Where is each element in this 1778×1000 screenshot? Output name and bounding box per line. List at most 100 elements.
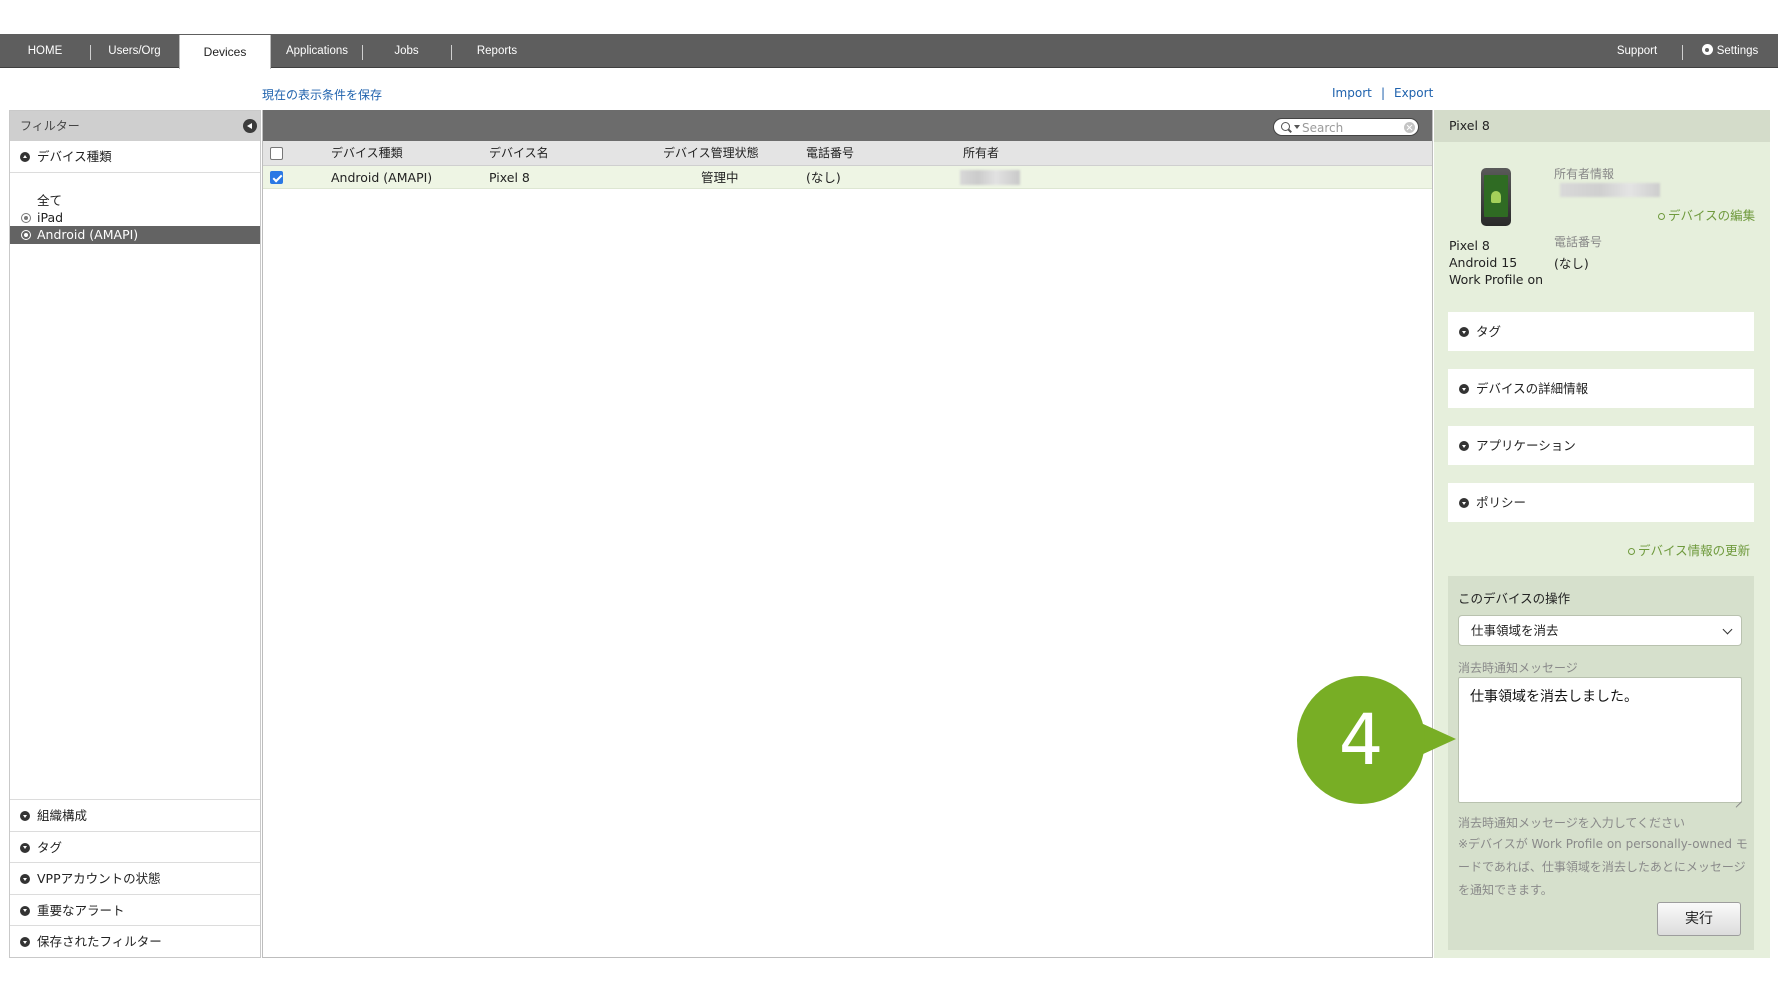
nav-users-org[interactable]: Users/Org: [91, 34, 178, 68]
device-type-ipad[interactable]: iPad: [10, 209, 260, 227]
detail-mode: Work Profile on: [1449, 272, 1544, 287]
filter-section-label: VPPアカウントの状態: [37, 871, 161, 887]
android-phone-icon: [1481, 168, 1511, 226]
cell-owner-redacted: [960, 170, 1020, 185]
detail-section-label: アプリケーション: [1476, 438, 1576, 453]
wipe-message-note: ※デバイスが Work Profile on personally-owned …: [1458, 837, 1748, 897]
detail-section-label: タグ: [1476, 324, 1502, 339]
filter-section-alerts[interactable]: 重要なアラート: [10, 893, 260, 926]
column-header-phone[interactable]: 電話番号: [806, 141, 854, 166]
select-all-checkbox[interactable]: [270, 147, 283, 160]
detail-section-policy[interactable]: ポリシー: [1448, 483, 1754, 522]
step-number: 4: [1338, 699, 1384, 781]
chevron-down-icon: [20, 842, 30, 853]
save-view-link[interactable]: 現在の表示条件を保存: [262, 86, 382, 103]
filter-title: フィルター: [20, 119, 80, 133]
detail-section-tag[interactable]: タグ: [1448, 312, 1754, 351]
refresh-device-info-link[interactable]: デバイス情報の更新: [1628, 540, 1750, 559]
search-input[interactable]: [1302, 120, 1402, 135]
chevron-down-icon: [1459, 327, 1469, 337]
filter-section-label: 組織構成: [37, 808, 88, 824]
radio-icon: [21, 230, 31, 240]
edit-device-link[interactable]: デバイスの編集: [1658, 205, 1755, 224]
wipe-message-hint: 消去時通知メッセージを入力してください: [1458, 816, 1686, 830]
device-type-android-amapi[interactable]: Android (AMAPI): [10, 226, 260, 244]
filter-header: フィルター: [10, 111, 260, 141]
device-operation-box: このデバイスの操作 仕事領域を消去 消去時通知メッセージ 仕事領域を消去しました…: [1448, 576, 1754, 950]
device-type-all[interactable]: 全て: [10, 192, 260, 210]
device-type-label: Android (AMAPI): [37, 227, 139, 242]
clear-search-icon[interactable]: [1404, 122, 1415, 133]
chevron-down-icon: [1459, 384, 1469, 394]
import-link[interactable]: Import: [1332, 86, 1372, 100]
cell-phone: (なし): [806, 170, 841, 185]
chevron-up-icon: [20, 152, 30, 162]
nav-support[interactable]: Support: [1597, 34, 1677, 68]
device-type-label: iPad: [37, 210, 64, 225]
operation-title: このデバイスの操作: [1458, 591, 1571, 606]
wipe-message-label: 消去時通知メッセージ: [1458, 661, 1578, 675]
filter-section-label: 重要なアラート: [37, 902, 125, 918]
resize-handle-icon[interactable]: [1736, 796, 1742, 802]
edit-device-label: デバイスの編集: [1668, 208, 1756, 223]
search-dropdown-icon[interactable]: [1294, 125, 1300, 129]
search-box[interactable]: [1273, 118, 1419, 136]
gear-icon: [1701, 44, 1713, 55]
phone-label: 電話番号: [1554, 235, 1603, 249]
detail-title: Pixel 8: [1434, 110, 1770, 142]
operation-select-value: 仕事領域を消去: [1471, 623, 1559, 638]
column-header-status[interactable]: デバイス管理状態: [663, 141, 759, 166]
nav-jobs[interactable]: Jobs: [363, 34, 450, 68]
search-icon: [1281, 122, 1290, 131]
nav-applications[interactable]: Applications: [272, 34, 362, 68]
cell-device-type: Android (AMAPI): [331, 170, 433, 185]
filter-section-tag[interactable]: タグ: [10, 830, 260, 863]
device-table-panel: デバイス種類 デバイス名 デバイス管理状態 電話番号 所有者 Android (…: [262, 110, 1433, 958]
row-checkbox[interactable]: [270, 171, 283, 184]
detail-section-label: ポリシー: [1476, 495, 1527, 510]
chevron-down-icon: [1722, 624, 1733, 635]
chevron-down-icon: [1459, 441, 1469, 451]
chevron-down-icon: [20, 937, 30, 948]
export-link[interactable]: Export: [1394, 86, 1433, 100]
filter-section-org[interactable]: 組織構成: [10, 799, 260, 831]
filter-section-label: デバイス種類: [37, 149, 112, 164]
nav-devices[interactable]: Devices: [179, 35, 271, 69]
cell-status: 管理中: [701, 170, 739, 185]
filter-section-label: タグ: [37, 839, 63, 855]
table-row[interactable]: Android (AMAPI) Pixel 8 管理中 (なし): [263, 166, 1432, 189]
detail-section-applications[interactable]: アプリケーション: [1448, 426, 1754, 465]
detail-os-version: Android 15: [1449, 255, 1518, 270]
detail-section-label: デバイスの詳細情報: [1476, 381, 1589, 396]
edit-icon: [1658, 213, 1665, 220]
nav-settings[interactable]: Settings: [1690, 34, 1770, 68]
device-type-label: 全て: [37, 193, 63, 208]
filter-panel: フィルター デバイス種類 全て iPad Android (AMAPI) 組織構…: [9, 110, 261, 958]
owner-info-label: 所有者情報: [1554, 167, 1615, 181]
refresh-icon: [1628, 548, 1635, 555]
nav-separator: [1682, 45, 1683, 60]
filter-section-device-type[interactable]: デバイス種類: [10, 141, 260, 173]
column-header-device-name[interactable]: デバイス名: [489, 141, 549, 166]
wipe-message-textarea[interactable]: 仕事領域を消去しました。: [1458, 677, 1742, 803]
filter-section-label: 保存されたフィルター: [37, 934, 162, 950]
filter-section-vpp[interactable]: VPPアカウントの状態: [10, 862, 260, 894]
run-button[interactable]: 実行: [1657, 902, 1741, 936]
column-header-device-type[interactable]: デバイス種類: [331, 141, 403, 166]
nav-reports[interactable]: Reports: [452, 34, 542, 68]
collapse-panel-icon[interactable]: [243, 119, 257, 133]
chevron-down-icon: [20, 874, 30, 885]
filter-section-saved[interactable]: 保存されたフィルター: [10, 925, 260, 957]
operation-select[interactable]: 仕事領域を消去: [1458, 615, 1742, 646]
chevron-down-icon: [1459, 498, 1469, 508]
nav-settings-label: Settings: [1716, 45, 1759, 57]
table-toolbar: [263, 110, 1432, 141]
top-nav: HOME Users/Org Devices Applications Jobs…: [0, 34, 1778, 69]
nav-home[interactable]: HOME: [0, 34, 90, 68]
owner-info-redacted: [1560, 183, 1660, 197]
cell-device-name: Pixel 8: [489, 170, 530, 185]
refresh-device-info-label: デバイス情報の更新: [1638, 543, 1751, 558]
column-header-owner[interactable]: 所有者: [963, 141, 999, 166]
detail-section-device-info[interactable]: デバイスの詳細情報: [1448, 369, 1754, 408]
device-detail-panel: Pixel 8 Pixel 8 Android 15 Work Profile …: [1434, 110, 1770, 958]
